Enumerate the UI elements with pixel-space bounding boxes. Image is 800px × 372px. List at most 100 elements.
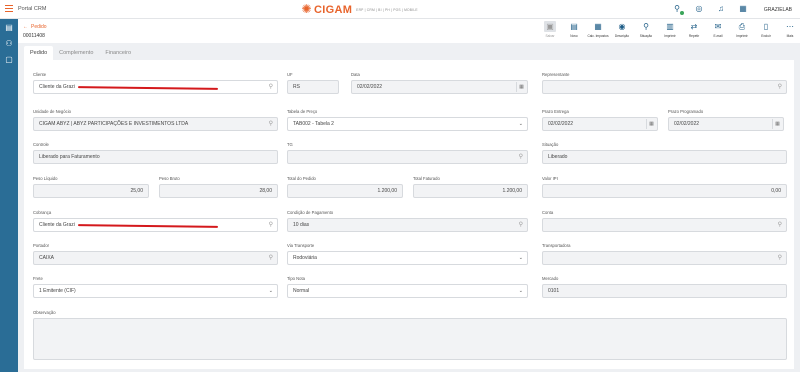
search-user-icon[interactable]: ⚲: [672, 4, 684, 15]
chevron-down-icon[interactable]: ⌄: [269, 285, 273, 297]
save-button[interactable]: ▣ Salvar: [538, 21, 562, 38]
tab-pedido[interactable]: Pedido: [24, 46, 54, 60]
tab-complemento[interactable]: Complemento: [53, 46, 99, 60]
main-area: ← Pedido 00011408 ▣ Salvar ▤ Novo ▦ Calc. Im…: [18, 19, 800, 372]
breadcrumb[interactable]: ← Pedido: [23, 24, 47, 30]
calendar-icon[interactable]: ▦: [646, 119, 656, 129]
prazo-entrega-input[interactable]: 02/02/2022 ▦: [542, 117, 658, 131]
tab-financeiro[interactable]: Financeiro: [99, 46, 137, 60]
field-total-faturado: Total Faturado 1.200,00: [413, 176, 528, 198]
search-icon[interactable]: ⚲: [778, 252, 782, 264]
search-icon[interactable]: ⚲: [778, 219, 782, 231]
situation-icon: ⚲: [643, 22, 649, 31]
trash-icon: ▯: [763, 22, 769, 31]
cobranca-input[interactable]: Cliente da Grazi ⚲: [33, 218, 278, 232]
observacao-textarea[interactable]: [33, 318, 787, 360]
app-title: Portal CRM: [18, 6, 47, 12]
calendar-icon[interactable]: ▦: [516, 82, 526, 92]
calendar-icon[interactable]: ▦: [772, 119, 782, 129]
chevron-down-icon[interactable]: ⌄: [519, 118, 523, 130]
field-frete: Frete 1 Emitente (CIF) ⌄: [33, 276, 278, 298]
field-valor-ipi: Valor IPI 0,00: [542, 176, 787, 198]
total-pedido-input[interactable]: 1.200,00: [287, 184, 403, 198]
help-icon[interactable]: ◎: [694, 4, 704, 14]
document-number: 00011408: [23, 33, 45, 39]
email-button[interactable]: ✉ E-mail: [706, 21, 730, 38]
delete-button[interactable]: ▯ Excluir: [754, 21, 778, 38]
cliente-input[interactable]: Cliente da Grazi ⚲: [33, 80, 278, 94]
tg-input[interactable]: ⚲: [287, 150, 528, 164]
bell-icon[interactable]: ♫: [716, 4, 726, 14]
description-button[interactable]: ◉ Descrição: [610, 21, 634, 38]
field-condicao-pagamento: Condição de Pagamento 10 dias ⚲: [287, 210, 528, 232]
tab-bar: Pedido Complemento Financeiro: [24, 46, 137, 60]
toolbar: ▣ Salvar ▤ Novo ▦ Calc. Impostos ◉ Descrição…: [538, 21, 800, 38]
calculator-icon: ▦: [594, 22, 602, 31]
field-total-pedido: Total do Pedido 1.200,00: [287, 176, 403, 198]
peso-bruto-input[interactable]: 28,00: [159, 184, 278, 198]
total-faturado-input[interactable]: 1.200,00: [413, 184, 528, 198]
field-prazo-programado: Prazo Programado 02/02/2022 ▦: [668, 109, 784, 131]
printer-icon: ⎙: [738, 22, 746, 31]
mercado-input[interactable]: 0101: [542, 284, 787, 298]
field-peso-bruto: Peso Bruto 28,00: [159, 176, 278, 198]
new-button[interactable]: ▤ Novo: [562, 21, 586, 38]
sidebar: ▤ ⚇ ▢: [0, 19, 18, 372]
search-icon[interactable]: ⚲: [778, 81, 782, 93]
conta-input[interactable]: ⚲: [542, 218, 787, 232]
field-representante: Representante ⚲: [542, 72, 787, 94]
tabela-preco-select[interactable]: TAB002 - Tabela 2 ⌄: [287, 117, 528, 131]
brand-logo: ✺ CIGAM ERP | CRM | BI | PH | POS | MOBI…: [300, 3, 418, 16]
field-uf: UF RS: [287, 72, 339, 94]
search-icon[interactable]: ⚲: [269, 219, 273, 231]
user-name[interactable]: GRAZIELAB: [764, 7, 792, 13]
more-icon: ⋯: [786, 22, 794, 31]
field-tipo-nota: Tipo Nota Normal ⌄: [287, 276, 528, 298]
portador-input[interactable]: CAIXA ⚲: [33, 251, 278, 265]
redaction-mark: [77, 224, 219, 228]
transportadora-input[interactable]: ⚲: [542, 251, 787, 265]
more-button[interactable]: ⋯ Mais: [778, 21, 800, 38]
field-transportadora: Transportadora ⚲: [542, 243, 787, 265]
repeat-button[interactable]: ⇄ Repetir: [682, 21, 706, 38]
peso-liquido-input[interactable]: 25,00: [33, 184, 149, 198]
order-form: Cliente Cliente da Grazi ⚲ UF RS Data 02/…: [24, 60, 794, 369]
repeat-icon: ⇄: [690, 22, 698, 31]
field-cobranca: Cobrança Cliente da Grazi ⚲: [33, 210, 278, 232]
controle-input[interactable]: Liberado para Faturamento: [33, 150, 278, 164]
valor-ipi-input[interactable]: 0,00: [542, 184, 787, 198]
search-icon[interactable]: ⚲: [269, 252, 273, 264]
back-arrow-icon[interactable]: ←: [23, 24, 28, 30]
uf-input[interactable]: RS: [287, 80, 339, 94]
situation-button[interactable]: ⚲ Situação: [634, 21, 658, 38]
unidade-input[interactable]: CIGAM ABYZ | ABYZ PARTICIPAÇÕES E INVEST…: [33, 117, 278, 131]
search-icon[interactable]: ⚲: [519, 151, 523, 163]
tipo-nota-select[interactable]: Normal ⌄: [287, 284, 528, 298]
chevron-down-icon[interactable]: ⌄: [519, 252, 523, 264]
representante-input[interactable]: ⚲: [542, 80, 787, 94]
field-mercado: Mercado 0101: [542, 276, 787, 298]
field-observacao: Observação: [33, 310, 787, 360]
building-icon[interactable]: ▤: [0, 19, 18, 35]
chevron-down-icon[interactable]: ⌄: [519, 285, 523, 297]
via-transporte-select[interactable]: Rodoviária ⌄: [287, 251, 528, 265]
print-button[interactable]: ▥ Imprimir: [658, 21, 682, 38]
condicao-pagamento-input[interactable]: 10 dias ⚲: [287, 218, 528, 232]
search-icon[interactable]: ⚲: [269, 118, 273, 130]
field-tabela-preco: Tabela de Preço TAB002 - Tabela 2 ⌄: [287, 109, 528, 131]
data-input[interactable]: 02/02/2022 ▦: [351, 80, 528, 94]
printer-button[interactable]: ⎙ Imprimir: [730, 21, 754, 38]
search-icon[interactable]: ⚲: [519, 219, 523, 231]
menu-icon[interactable]: [5, 5, 13, 13]
field-cliente: Cliente Cliente da Grazi ⚲: [33, 72, 278, 94]
frete-select[interactable]: 1 Emitente (CIF) ⌄: [33, 284, 278, 298]
situacao-input[interactable]: Liberado: [542, 150, 787, 164]
search-icon[interactable]: ⚲: [269, 81, 273, 93]
prazo-programado-input[interactable]: 02/02/2022 ▦: [668, 117, 784, 131]
apps-grid-icon[interactable]: ▦: [738, 4, 748, 14]
field-data: Data 02/02/2022 ▦: [351, 72, 528, 94]
field-unidade: Unidade de Negócio CIGAM ABYZ | ABYZ PAR…: [33, 109, 278, 131]
calc-taxes-button[interactable]: ▦ Calc. Impostos: [586, 21, 610, 38]
clipboard-icon[interactable]: ▢: [0, 51, 18, 67]
users-icon[interactable]: ⚇: [0, 35, 18, 51]
